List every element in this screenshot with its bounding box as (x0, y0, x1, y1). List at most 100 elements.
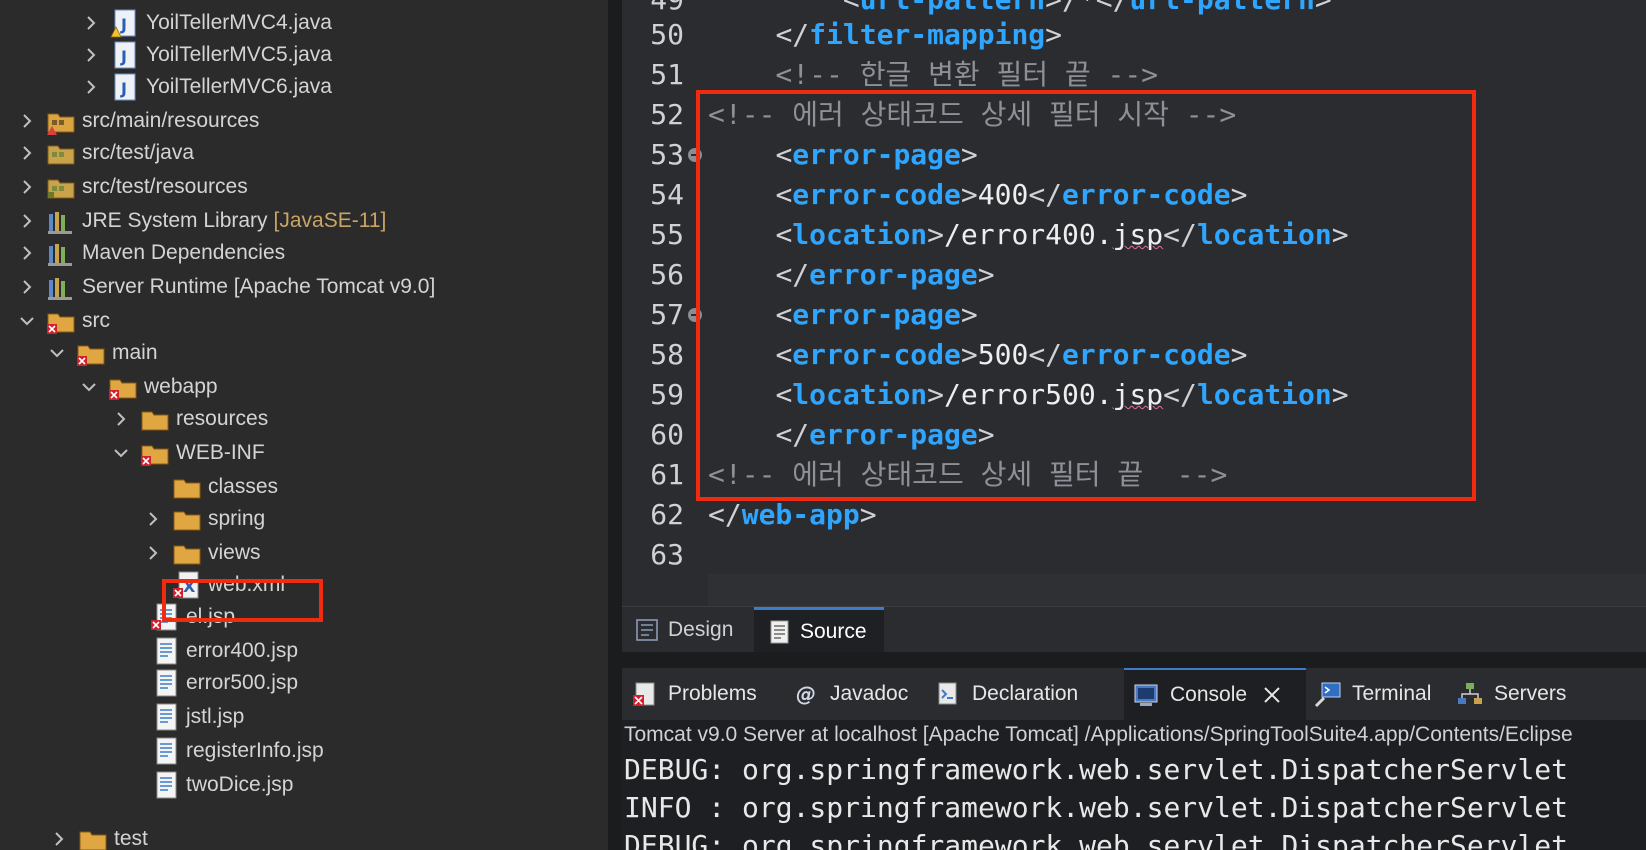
tab-source[interactable]: Source (754, 607, 884, 653)
tree-item-error400-jsp[interactable]: error400.jsp (0, 634, 608, 668)
jsp-file-icon (150, 702, 180, 732)
code-line-58: <error-code>500</error-code> (775, 338, 1248, 371)
tree-item-maven-dependencies[interactable]: Maven Dependencies (0, 236, 608, 270)
tree-item-label: src/test/resources (82, 175, 248, 198)
tab-servers[interactable]: Servers (1448, 668, 1588, 720)
tree-item-web-xml[interactable]: X web.xml (0, 568, 608, 602)
line-number: 53 (650, 138, 684, 171)
tab-problems[interactable]: Problems (622, 668, 782, 720)
chevron-right-icon[interactable] (16, 204, 38, 238)
tree-item-el-jsp[interactable]: el.jsp (0, 600, 608, 634)
tree-item-label: src (82, 309, 110, 332)
code-line-60: </error-page> (775, 418, 995, 451)
tab-design[interactable]: Design (622, 607, 752, 653)
chevron-down-icon[interactable] (110, 436, 132, 470)
folder-icon (76, 338, 106, 368)
tree-item-label: web.xml (208, 573, 286, 596)
tree-item-registerinfo-jsp[interactable]: registerInfo.jsp (0, 734, 608, 768)
chevron-right-icon[interactable] (16, 136, 38, 170)
console-line: DEBUG: org.springframework.web.servlet.D… (624, 753, 1569, 786)
chevron-right-icon[interactable] (16, 104, 38, 138)
tree-item-twodice-jsp[interactable]: twoDice.jsp (0, 768, 608, 802)
jsp-file-icon (150, 668, 180, 698)
tree-item-label: webapp (144, 375, 218, 398)
chevron-right-icon[interactable] (16, 170, 38, 204)
tree-item-src[interactable]: src (0, 304, 608, 338)
console-icon (1134, 684, 1158, 706)
tree-item-classes[interactable]: classes (0, 470, 608, 504)
tree-item-error500-jsp[interactable]: error500.jsp (0, 666, 608, 700)
code-line-53: <error-page> (775, 138, 978, 171)
explorer-splitter[interactable] (608, 0, 622, 850)
tree-item-label: main (112, 341, 158, 364)
svg-text:J: J (120, 79, 127, 98)
tree-item-webapp[interactable]: webapp (0, 370, 608, 404)
tree-item-views[interactable]: views (0, 536, 608, 570)
chevron-right-icon[interactable] (110, 402, 132, 436)
bottom-panel-tabs: Problems @ Javadoc Declaration Console T… (622, 668, 1646, 720)
design-view-icon (636, 619, 658, 641)
problems-icon (633, 682, 655, 706)
tree-item-label: src/main/resources (82, 109, 260, 132)
code-line-54: <error-code>400</error-code> (775, 178, 1248, 211)
tree-item-yoiltellermvc4[interactable]: J YoilTellerMVC4.java (0, 6, 608, 40)
tree-item-label: spring (208, 507, 266, 530)
tree-item-label: jstl.jsp (186, 705, 245, 728)
folder-icon (172, 538, 202, 568)
tree-item-src-test-resources[interactable]: src/test/resources (0, 170, 608, 204)
tab-console[interactable]: Console (1124, 668, 1306, 720)
fold-collapse-icon[interactable] (688, 148, 702, 162)
tree-item-web-inf[interactable]: WEB-INF (0, 436, 608, 470)
code-line-57: <error-page> (775, 298, 978, 331)
library-icon (46, 238, 76, 268)
tab-source-label: Source (800, 619, 867, 643)
tree-item-jstl-jsp[interactable]: jstl.jsp (0, 700, 608, 734)
chevron-down-icon[interactable] (16, 304, 38, 338)
tree-item-label: YoilTellerMVC4.java (146, 11, 332, 34)
project-explorer[interactable]: J YoilTellerMVC4.java J YoilTellerMVC5.j… (0, 0, 608, 850)
tree-item-yoiltellermvc6[interactable]: J YoilTellerMVC6.java (0, 70, 608, 104)
tree-item-test[interactable]: test (0, 822, 608, 850)
console-line: INFO : org.springframework.web.servlet.D… (624, 791, 1569, 824)
console-output[interactable]: DEBUG: org.springframework.web.servlet.D… (622, 750, 1646, 850)
chevron-right-icon[interactable] (80, 6, 102, 40)
tab-javadoc[interactable]: @ Javadoc (784, 668, 924, 720)
line-number: 58 (650, 338, 684, 371)
chevron-right-icon[interactable] (142, 502, 164, 536)
code-area[interactable]: <url-pattern>/*</url-pattern> </filter-m… (696, 0, 1646, 574)
line-number: 62 (650, 498, 684, 531)
tree-item-label: registerInfo.jsp (186, 739, 324, 762)
chevron-right-icon[interactable] (80, 38, 102, 72)
chevron-right-icon[interactable] (16, 270, 38, 304)
svg-text:@: @ (796, 682, 816, 706)
chevron-down-icon[interactable] (78, 370, 100, 404)
tree-item-resources[interactable]: resources (0, 402, 608, 436)
line-number: 55 (650, 218, 684, 251)
tree-item-jre-system-library[interactable]: JRE System Library [JavaSE-11] (0, 204, 608, 238)
tree-item-server-runtime[interactable]: Server Runtime [Apache Tomcat v9.0] (0, 270, 608, 304)
chevron-right-icon[interactable] (16, 236, 38, 270)
servers-icon (1458, 683, 1482, 704)
xml-source-editor[interactable]: 49 50 51 52 53 54 55 56 57 58 59 60 61 6… (622, 0, 1646, 606)
tab-declaration[interactable]: Declaration (926, 668, 1122, 720)
tree-item-main[interactable]: main (0, 336, 608, 370)
line-number: 56 (650, 258, 684, 291)
tab-terminal[interactable]: Terminal (1306, 668, 1448, 720)
panel-splitter[interactable] (622, 652, 1646, 668)
tab-terminal-label: Terminal (1352, 682, 1432, 705)
chevron-right-icon[interactable] (80, 70, 102, 104)
tree-item-yoiltellermvc5[interactable]: J YoilTellerMVC5.java (0, 38, 608, 72)
tree-item-src-test-java[interactable]: src/test/java (0, 136, 608, 170)
source-folder-icon (46, 172, 76, 202)
tree-item-src-main-resources[interactable]: src/main/resources (0, 104, 608, 138)
editor-horizontal-scrollbar[interactable] (708, 574, 1646, 606)
close-icon[interactable] (1261, 684, 1283, 706)
line-number: 57 (650, 298, 684, 331)
chevron-down-icon[interactable] (46, 336, 68, 370)
tree-item-spring[interactable]: spring (0, 502, 608, 536)
tab-servers-label: Servers (1494, 682, 1567, 705)
fold-collapse-icon[interactable] (688, 308, 702, 322)
chevron-right-icon[interactable] (142, 536, 164, 570)
chevron-right-icon[interactable] (48, 822, 70, 850)
java-file-icon: J (110, 8, 140, 38)
